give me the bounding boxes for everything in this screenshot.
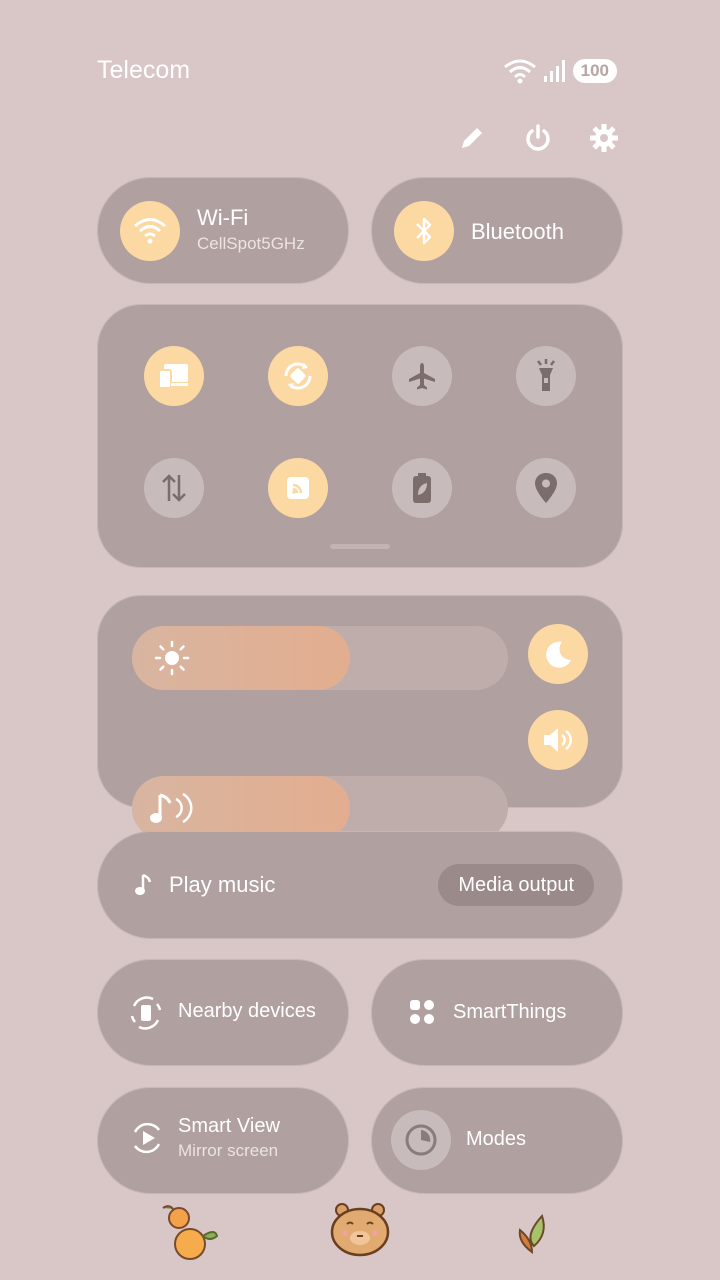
smartthings-label: SmartThings bbox=[453, 1001, 567, 1023]
music-note-icon bbox=[135, 873, 152, 895]
media-tile[interactable]: Play music Media output bbox=[97, 831, 623, 939]
flashlight-toggle[interactable] bbox=[516, 346, 576, 406]
bluetooth-label: Bluetooth bbox=[471, 219, 564, 244]
sliders-panel bbox=[97, 595, 623, 840]
modes-toggle[interactable] bbox=[391, 1110, 451, 1170]
smartthings-tile[interactable]: SmartThings bbox=[371, 959, 623, 1066]
smart-view-label: Smart View bbox=[178, 1115, 280, 1137]
wireless-share-icon bbox=[287, 477, 309, 499]
screen-cast-icon bbox=[158, 364, 188, 389]
sound-mode-toggle[interactable] bbox=[528, 710, 588, 770]
bluetooth-toggle[interactable] bbox=[394, 201, 454, 261]
wifi-network-name: CellSpot5GHz bbox=[197, 234, 305, 253]
location-toggle[interactable] bbox=[516, 458, 576, 518]
brightness-sun-icon bbox=[154, 640, 190, 676]
data-arrows-icon bbox=[162, 474, 186, 502]
edit-pencil-icon[interactable] bbox=[456, 122, 488, 154]
smart-view-sublabel: Mirror screen bbox=[178, 1141, 279, 1160]
flashlight-icon bbox=[537, 359, 555, 391]
brightness-slider[interactable] bbox=[132, 626, 508, 690]
battery-leaf-icon bbox=[413, 473, 431, 503]
power-icon[interactable] bbox=[522, 122, 554, 154]
leaf-sticker-icon bbox=[518, 1214, 545, 1254]
mobile-data-toggle[interactable] bbox=[144, 458, 204, 518]
airplane-icon bbox=[409, 363, 435, 390]
media-output-button[interactable]: Media output bbox=[438, 864, 594, 906]
wifi-status-icon bbox=[503, 59, 536, 84]
wireless-share-toggle[interactable] bbox=[268, 458, 328, 518]
carrier-name: Telecom bbox=[97, 56, 191, 84]
smart-view-icon bbox=[133, 1122, 161, 1154]
status-icons: 100 bbox=[503, 58, 617, 84]
wifi-tile[interactable]: Wi-Fi CellSpot5GHz bbox=[97, 177, 349, 284]
speaker-icon bbox=[544, 728, 572, 752]
modes-label: Modes bbox=[466, 1128, 527, 1150]
capybara-sticker-icon bbox=[330, 1203, 390, 1257]
wifi-label: Wi-Fi bbox=[197, 205, 249, 230]
smart-view-tile[interactable]: Smart View Mirror screen bbox=[97, 1087, 349, 1194]
music-volume-icon bbox=[150, 792, 193, 824]
modes-icon bbox=[405, 1124, 437, 1156]
power-saving-toggle[interactable] bbox=[392, 458, 452, 518]
smartthings-grid-icon bbox=[410, 1000, 434, 1024]
quick-toggles-panel bbox=[97, 304, 623, 568]
screen-cast-toggle[interactable] bbox=[144, 346, 204, 406]
bluetooth-icon bbox=[416, 217, 432, 245]
play-music-label: Play music bbox=[169, 872, 276, 897]
auto-rotate-toggle[interactable] bbox=[268, 346, 328, 406]
nearby-devices-label: Nearby devices bbox=[178, 1000, 316, 1022]
wifi-icon bbox=[134, 218, 166, 244]
battery-badge: 100 bbox=[572, 59, 617, 83]
nearby-devices-tile[interactable]: Nearby devices bbox=[97, 959, 349, 1066]
signal-icon bbox=[543, 60, 565, 82]
auto-rotate-icon bbox=[284, 362, 312, 390]
page-indicator bbox=[330, 544, 390, 549]
dark-mode-toggle[interactable] bbox=[528, 624, 588, 684]
top-actions bbox=[456, 122, 620, 154]
nearby-devices-icon bbox=[130, 996, 162, 1030]
settings-gear-icon[interactable] bbox=[588, 122, 620, 154]
moon-icon bbox=[546, 641, 571, 668]
bluetooth-tile[interactable]: Bluetooth bbox=[371, 177, 623, 284]
wifi-toggle[interactable] bbox=[120, 201, 180, 261]
oranges-sticker-icon bbox=[162, 1205, 219, 1260]
location-pin-icon bbox=[535, 473, 557, 503]
airplane-mode-toggle[interactable] bbox=[392, 346, 452, 406]
modes-tile[interactable]: Modes bbox=[371, 1087, 623, 1194]
